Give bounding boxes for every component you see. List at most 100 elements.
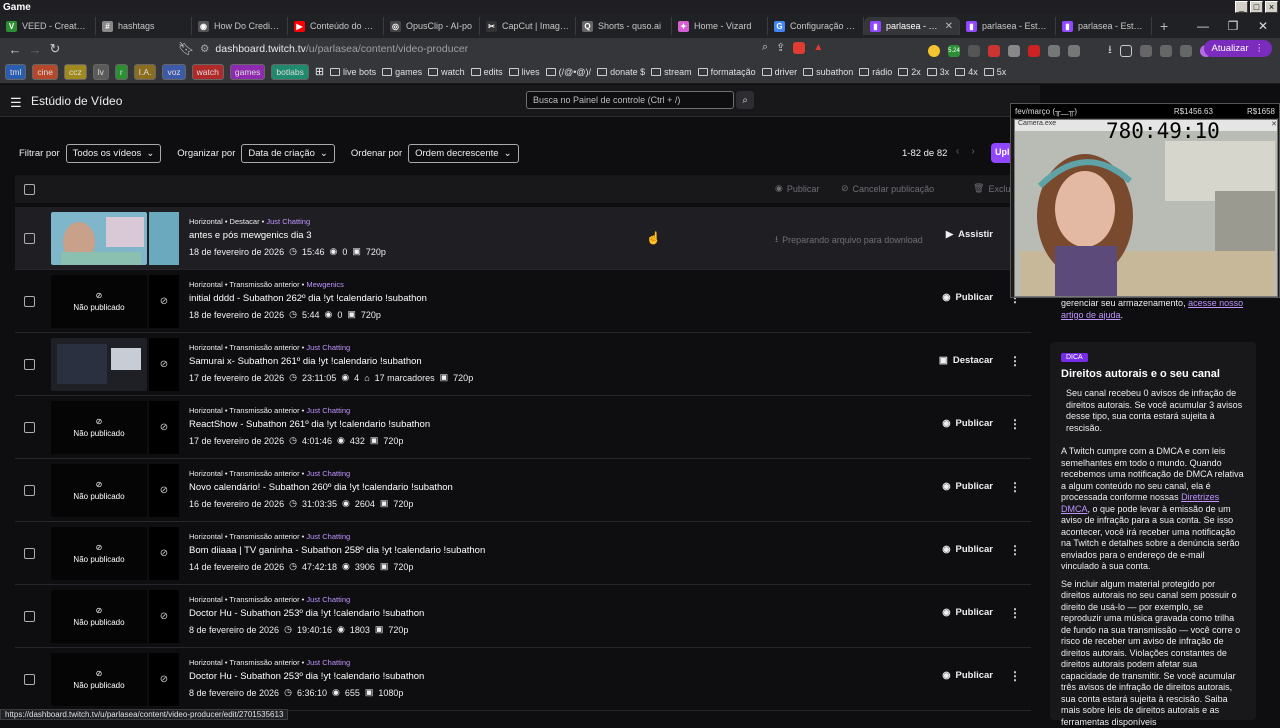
bookmark-item[interactable]: 4x [955, 67, 978, 77]
download-icon[interactable]: ⭳ [1108, 41, 1112, 60]
back-icon[interactable]: ← [5, 42, 25, 57]
game-link[interactable]: Mewgenics [306, 280, 344, 289]
maximize-button[interactable]: □ [1250, 1, 1263, 13]
row-checkbox[interactable] [24, 233, 35, 244]
bookmark-chip[interactable]: lv [93, 64, 109, 80]
video-title[interactable]: Novo calendário! - Subathon 260º dia !yt… [189, 482, 453, 493]
extension-icon[interactable] [793, 42, 805, 54]
video-thumbnail[interactable]: ⊘Não publicado [51, 401, 147, 454]
search-input[interactable]: Busca no Painel de controle (Ctrl + /) [526, 91, 734, 109]
bookmark-chip[interactable]: voz [162, 64, 185, 80]
row-checkbox[interactable] [24, 422, 35, 433]
more-options-icon[interactable]: ⋮ [1009, 669, 1021, 683]
bookmark-chip[interactable]: watch [192, 64, 224, 80]
forward-icon[interactable]: → [25, 42, 45, 57]
url-field[interactable]: ⚙ dashboard.twitch.tv/u/parlasea/content… [200, 40, 850, 58]
extension-icon[interactable] [1180, 45, 1192, 57]
game-link[interactable]: Just Chatting [306, 343, 350, 352]
table-row[interactable]: ⊘Não publicado⊘Horizontal • Transmissão … [15, 396, 1031, 459]
browser-minimize-icon[interactable]: — [1188, 14, 1218, 38]
grid-icon[interactable]: ⊞ [315, 65, 324, 78]
table-row[interactable]: ⊘Não publicado⊘Horizontal • Transmissão … [15, 585, 1031, 648]
table-row[interactable]: Horizontal • Destacar • Just Chattingant… [15, 207, 1031, 270]
minimize-button[interactable]: _ [1235, 1, 1248, 13]
bulk-unpublish-button[interactable]: ⊘Cancelar publicação [841, 183, 934, 194]
extension-icon[interactable] [928, 45, 940, 57]
video-title[interactable]: Doctor Hu - Subathon 253º dia !yt !calen… [189, 608, 424, 619]
filter-dropdown[interactable]: Todos os vídeos⌄ [66, 144, 162, 163]
hamburger-menu-icon[interactable]: ☰ [10, 95, 22, 111]
row-checkbox[interactable] [24, 485, 35, 496]
bookmark-item[interactable]: driver [762, 67, 798, 77]
bookmark-item[interactable]: watch [428, 67, 465, 77]
bookmark-chip[interactable]: tml [5, 64, 26, 80]
extension-icon[interactable] [1048, 45, 1060, 57]
browser-close-icon[interactable]: ✕ [1248, 14, 1278, 38]
bookmark-chip[interactable]: cine [32, 64, 58, 80]
bookmark-chip[interactable]: I.A. [134, 64, 157, 80]
bookmark-item[interactable]: games [382, 67, 422, 77]
table-row[interactable]: ⊘Horizontal • Transmissão anterior • Jus… [15, 333, 1031, 396]
game-link[interactable]: Just Chatting [306, 406, 350, 415]
visibility-toggle-icon[interactable]: ⊘ [149, 527, 179, 580]
bulk-publish-button[interactable]: ◉Publicar [775, 183, 819, 194]
game-link[interactable]: Just Chatting [306, 658, 350, 667]
publish-button[interactable]: ◉Publicar [942, 670, 993, 681]
visibility-toggle-icon[interactable]: ⊘ [149, 590, 179, 643]
extension-icon[interactable] [1140, 45, 1152, 57]
video-title[interactable]: antes e pós mewgenics dia 3 [189, 230, 386, 241]
bookmark-item[interactable]: rádio [859, 67, 892, 77]
table-row[interactable]: ⊘Não publicado⊘Horizontal • Transmissão … [15, 270, 1031, 333]
update-browser-button[interactable]: Atualizar⋮ [1204, 40, 1272, 57]
video-title[interactable]: initial dddd - Subathon 262º dia !yt !ca… [189, 293, 427, 304]
bookmark-chip[interactable]: games [230, 64, 266, 80]
prev-page-icon[interactable]: ‹ [956, 146, 959, 157]
zoom-icon[interactable]: ⌕ [762, 41, 768, 54]
extension-icon[interactable] [1028, 45, 1040, 57]
close-button[interactable]: × [1265, 1, 1278, 13]
video-title[interactable]: Bom diiaaa | TV ganinha - Subathon 258º … [189, 545, 485, 556]
bookmark-item[interactable]: edits [471, 67, 503, 77]
row-checkbox[interactable] [24, 359, 35, 370]
publish-button[interactable]: ◉Publicar [942, 481, 993, 492]
bookmark-item[interactable]: stream [651, 67, 692, 77]
browser-tab[interactable]: #hashtags [96, 17, 192, 35]
extension-icon[interactable] [968, 45, 980, 57]
video-thumbnail[interactable] [51, 212, 147, 265]
bookmark-item[interactable]: lives [509, 67, 540, 77]
video-thumbnail[interactable]: ⊘Não publicado [51, 464, 147, 517]
row-checkbox[interactable] [24, 674, 35, 685]
browser-tab[interactable]: ▮parlasea - Estúdio [960, 17, 1056, 35]
extension-icon[interactable] [1008, 45, 1020, 57]
visibility-toggle-icon[interactable]: ⊘ [149, 275, 179, 328]
order-dropdown[interactable]: Ordem decrescente⌄ [408, 144, 518, 163]
browser-tab[interactable]: GConfiguração Me [768, 17, 864, 35]
browser-restore-icon[interactable]: ❐ [1218, 14, 1248, 38]
browser-tab[interactable]: ✂CapCut | Image E [480, 17, 576, 35]
publish-button[interactable]: ◉Publicar [942, 292, 993, 303]
tab-close-icon[interactable]: ✕ [945, 21, 953, 32]
bookmark-chip[interactable]: r [115, 64, 128, 80]
publish-button[interactable]: ◉Publicar [942, 544, 993, 555]
bookmark-item[interactable]: 3x [927, 67, 950, 77]
publish-button[interactable]: ◉Publicar [942, 607, 993, 618]
video-title[interactable]: Doctor Hu - Subathon 253º dia !yt !calen… [189, 671, 424, 682]
bookmark-chip[interactable]: ccz [64, 64, 87, 80]
row-checkbox[interactable] [24, 548, 35, 559]
visibility-toggle-icon[interactable] [149, 212, 179, 265]
visibility-toggle-icon[interactable]: ⊘ [149, 401, 179, 454]
row-checkbox[interactable] [24, 296, 35, 307]
extension-badge[interactable]: 5.24 [948, 45, 960, 57]
bookmark-item[interactable]: (/@•@)/ [546, 67, 591, 77]
more-options-icon[interactable]: ⋮ [1009, 543, 1021, 557]
video-thumbnail[interactable]: ⊘Não publicado [51, 275, 147, 328]
sidebar-icon[interactable] [1120, 45, 1132, 57]
bookmark-item[interactable]: 5x [984, 67, 1007, 77]
warning-icon[interactable]: ▲ [813, 42, 823, 53]
row-checkbox[interactable] [24, 611, 35, 622]
site-info-icon[interactable]: ⚙ [200, 43, 209, 55]
more-options-icon[interactable]: ⋮ [1009, 606, 1021, 620]
bookmark-item[interactable]: live bots [330, 67, 376, 77]
bookmark-item[interactable]: 2x [898, 67, 921, 77]
browser-tab[interactable]: ✦Home - Vizard [672, 17, 768, 35]
